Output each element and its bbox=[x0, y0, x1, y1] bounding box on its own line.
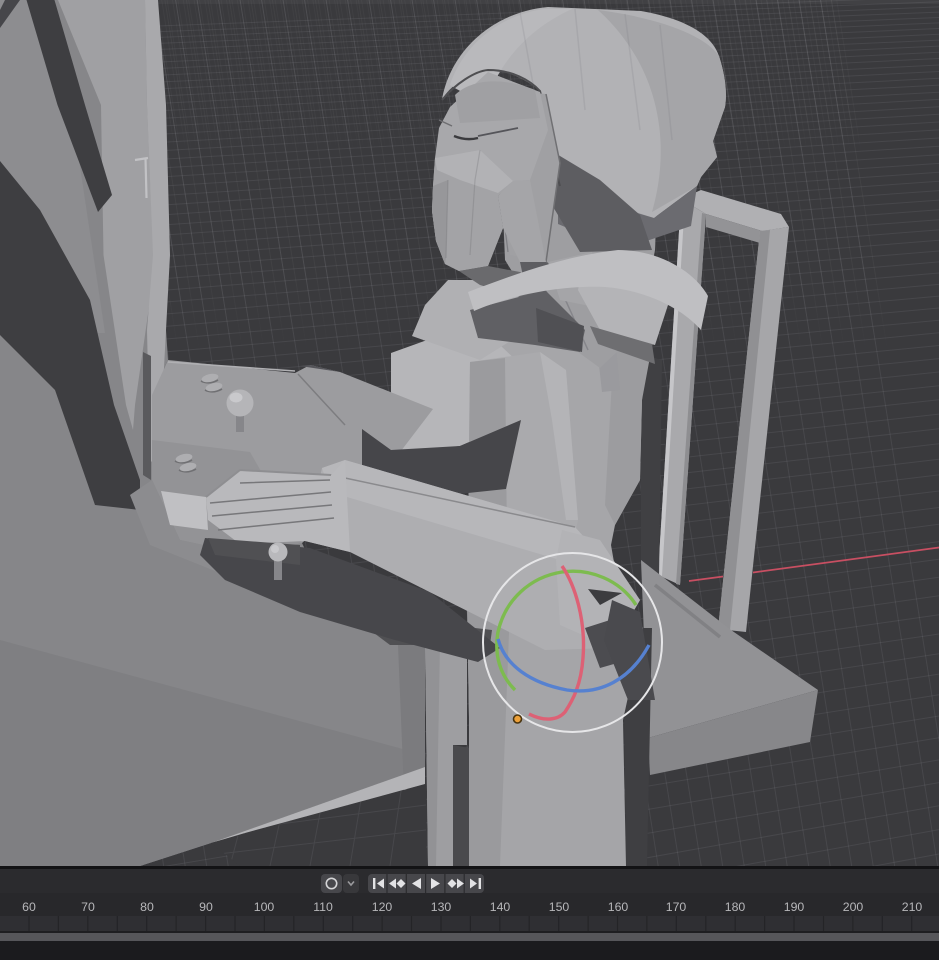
svg-text:170: 170 bbox=[666, 900, 687, 914]
svg-text:120: 120 bbox=[372, 900, 393, 914]
svg-text:90: 90 bbox=[199, 900, 213, 914]
svg-text:160: 160 bbox=[608, 900, 629, 914]
svg-text:200: 200 bbox=[843, 900, 864, 914]
svg-text:100: 100 bbox=[254, 900, 275, 914]
svg-text:70: 70 bbox=[81, 900, 95, 914]
svg-text:150: 150 bbox=[549, 900, 570, 914]
svg-text:190: 190 bbox=[784, 900, 805, 914]
svg-text:140: 140 bbox=[490, 900, 511, 914]
svg-text:60: 60 bbox=[22, 900, 36, 914]
svg-text:180: 180 bbox=[725, 900, 746, 914]
svg-text:210: 210 bbox=[902, 900, 923, 914]
svg-text:80: 80 bbox=[140, 900, 154, 914]
svg-text:110: 110 bbox=[313, 900, 333, 914]
svg-text:130: 130 bbox=[431, 900, 452, 914]
